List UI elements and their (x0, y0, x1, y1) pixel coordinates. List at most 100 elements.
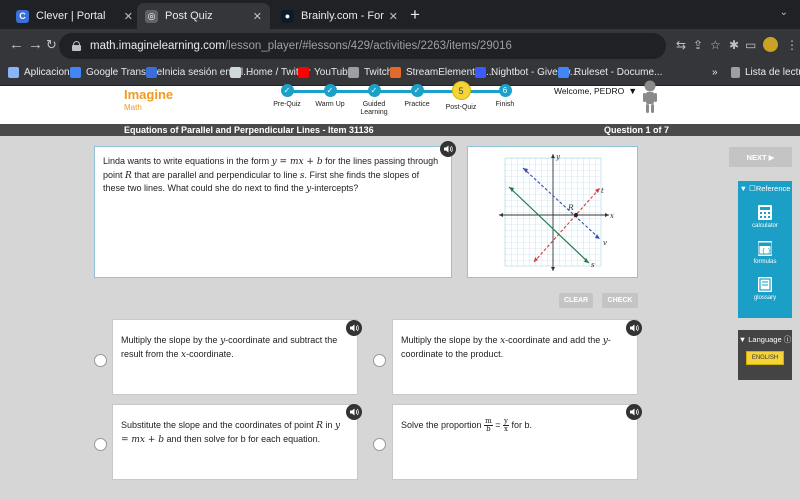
step-finish: 6 Finish (475, 84, 535, 109)
bookmarks-bar: Aplicaciones Google Translate Inicia ses… (0, 63, 800, 86)
reading-list-icon (731, 67, 740, 78)
svg-text:{ }: { } (762, 248, 772, 255)
answer-4-text: Solve the proportion mb = yx for b. (401, 417, 532, 433)
tab-title: Post Quiz (165, 10, 213, 22)
answer-2-audio-button[interactable] (626, 320, 642, 336)
user-menu[interactable]: Welcome, PEDRO ▼ (554, 86, 637, 96)
logo-line2: Math (124, 103, 142, 112)
profile-avatar[interactable] (763, 37, 778, 52)
bookmark-youtube[interactable]: YouTube (298, 67, 353, 78)
next-button[interactable]: NEXT ▶ (729, 147, 792, 167)
tab-title: Brainly.com - For students. By (301, 10, 385, 22)
info-icon[interactable]: ⓘ (784, 335, 792, 344)
address-bar[interactable]: math.imaginelearning.com/lesson_player/#… (59, 33, 666, 59)
welcome-text: Welcome, PEDRO (554, 86, 625, 96)
point-r-label: R (567, 203, 574, 212)
clear-button[interactable]: CLEAR (559, 293, 593, 308)
checkmark-icon: ✓ (280, 84, 294, 97)
speaker-icon (350, 408, 359, 416)
reference-toggle[interactable]: ▼ ☐Reference (738, 184, 792, 193)
checkmark-icon: ✓ (367, 84, 381, 97)
docs-icon (558, 67, 569, 78)
reload-icon[interactable]: ↻ (46, 37, 57, 53)
answer-3-text: Substitute the slope and the coordinates… (121, 420, 341, 445)
speaker-icon (444, 145, 453, 153)
tab-title: Clever | Portal (36, 10, 106, 22)
close-tab-icon[interactable]: ✕ (253, 10, 262, 23)
youtube-icon (298, 67, 309, 78)
line-s-label: s (591, 261, 595, 269)
line-t-label: t (601, 187, 604, 195)
nightbot-icon (475, 67, 486, 78)
answer-choice-2[interactable]: Multiply the slope by the x-coordinate a… (392, 319, 638, 395)
language-panel: ▼ Language ⓘ ENGLISH (738, 330, 792, 380)
bookmark-twitch[interactable]: Twitch (348, 67, 392, 78)
fraction-m-over-b: mb (484, 417, 493, 433)
share-icon[interactable]: ⇪ (693, 38, 703, 52)
cast-icon[interactable]: ▭ (745, 38, 756, 52)
answer-choice-3[interactable]: Substitute the slope and the coordinates… (112, 404, 358, 480)
formulas-tool[interactable]: { } formulas (738, 241, 792, 265)
reference-panel: ▼ ☐Reference calculator { } formulas glo… (738, 181, 792, 318)
translate-icon[interactable]: ⇆ (676, 38, 686, 52)
question-panel: Linda wants to write equations in the fo… (94, 146, 452, 278)
globe-icon (230, 67, 241, 78)
question-counter: Question 1 of 7 (604, 125, 670, 135)
step-label: Finish (495, 101, 515, 108)
answer-2-radio[interactable] (373, 354, 386, 367)
graph-panel: x y t v s R (467, 146, 638, 278)
formulas-icon: { } (758, 241, 772, 256)
close-tab-icon[interactable]: ✕ (124, 10, 133, 23)
answer-choice-4[interactable]: Solve the proportion mb = yx for b. (392, 404, 638, 480)
point-r (574, 213, 578, 217)
tab-clever[interactable]: C Clever | Portal ✕ (8, 3, 141, 29)
new-tab-button[interactable]: + (410, 5, 420, 25)
answer-1-audio-button[interactable] (346, 320, 362, 336)
brainly-favicon-icon: ● (281, 9, 294, 23)
bookmark-star-icon[interactable]: ☆ (710, 38, 721, 52)
back-icon[interactable]: ← (9, 37, 24, 53)
check-button[interactable]: CHECK (602, 293, 638, 308)
imagine-math-logo: Imagine Math (124, 87, 173, 112)
english-language-button[interactable]: ENGLISH (746, 351, 784, 365)
coordinate-graph: x y t v s R (499, 153, 614, 271)
tab-search-icon[interactable]: ⌄ (780, 7, 788, 18)
calculator-icon (758, 205, 772, 220)
glossary-label: glossary (753, 295, 777, 301)
line-v-label: v (603, 239, 607, 247)
glossary-tool[interactable]: glossary (738, 277, 792, 301)
lock-icon (72, 41, 81, 51)
forward-icon[interactable]: → (28, 37, 43, 53)
apps-grid-icon (8, 67, 19, 78)
checkmark-icon: ✓ (410, 84, 424, 97)
menu-kebab-icon[interactable]: ⋮ (786, 38, 798, 52)
clever-icon (146, 67, 157, 78)
answer-1-text: Multiply the slope by the y-coordinate a… (121, 335, 338, 360)
lesson-title-bar: Equations of Parallel and Perpendicular … (0, 124, 800, 136)
reading-list[interactable]: Lista de lectura (731, 67, 800, 78)
answer-2-text: Multiply the slope by the x-coordinate a… (401, 335, 611, 359)
answer-3-radio[interactable] (94, 438, 107, 451)
bookmark-ruleset[interactable]: Ruleset - Docume... (558, 67, 662, 78)
step-number: 6 (498, 84, 512, 97)
tab-brainly[interactable]: ● Brainly.com - For students. By ✕ (273, 3, 406, 29)
url-path: /lesson_player/#lessons/429/activities/2… (224, 40, 512, 52)
answer-3-audio-button[interactable] (346, 404, 362, 420)
calculator-tool[interactable]: calculator (738, 205, 792, 229)
answer-4-audio-button[interactable] (626, 404, 642, 420)
answer-1-radio[interactable] (94, 354, 107, 367)
answer-4-radio[interactable] (373, 438, 386, 451)
url-host: math.imaginelearning.com (90, 40, 225, 52)
twitch-icon (348, 67, 359, 78)
speaker-icon (350, 324, 359, 332)
bookmarks-overflow[interactable]: » (712, 67, 718, 78)
tab-post-quiz[interactable]: ◎ Post Quiz ✕ (137, 3, 270, 29)
answer-choice-1[interactable]: Multiply the slope by the y-coordinate a… (112, 319, 358, 395)
speaker-icon (630, 324, 639, 332)
extensions-icon[interactable]: ✱ (729, 38, 739, 52)
question-audio-button[interactable] (440, 141, 456, 157)
question-text: Linda wants to write equations in the fo… (103, 156, 439, 194)
logo-line1: Imagine (124, 87, 174, 102)
language-toggle[interactable]: ▼ Language ⓘ (738, 334, 792, 345)
close-tab-icon[interactable]: ✕ (389, 10, 398, 23)
